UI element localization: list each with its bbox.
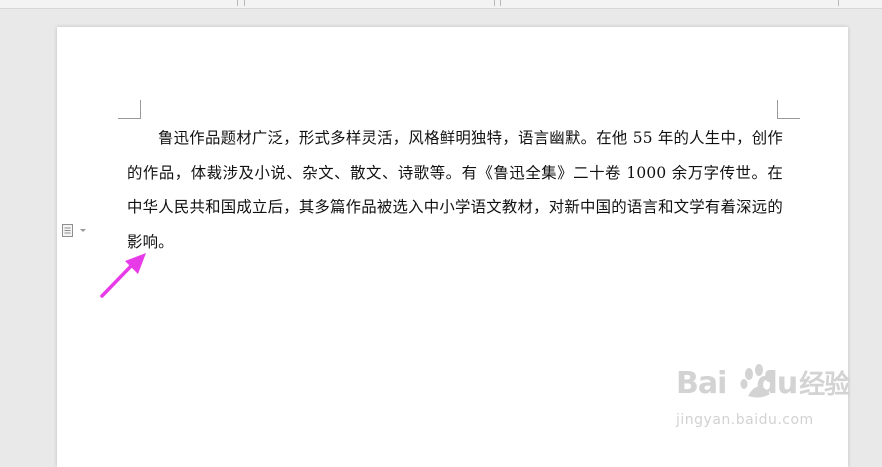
ruler-marker[interactable] (244, 0, 245, 6)
watermark-url: jingyan.baidu.com (676, 412, 814, 428)
baidu-watermark: Bai du经验 jingyan.baidu.com (676, 364, 876, 434)
ruler-marker[interactable] (500, 0, 501, 6)
ruler-marker[interactable] (494, 0, 495, 6)
margin-corner-right (777, 100, 800, 119)
watermark-brand-prefix: Bai (676, 366, 727, 401)
ruler-marker[interactable] (237, 0, 238, 6)
document-paragraph[interactable]: 鲁迅作品题材广泛，形式多样灵活，风格鲜明独特，语言幽默。在他 55 年的人生中，… (127, 121, 783, 259)
watermark-brand-cn: 经验 (799, 370, 850, 400)
ruler-marker[interactable] (838, 0, 839, 6)
margin-corner-left (118, 100, 141, 119)
arrow-icon (98, 250, 148, 300)
paragraph-options-icon[interactable] (61, 223, 91, 239)
ruler-strip (0, 0, 882, 9)
baidu-paw-icon (738, 364, 778, 400)
